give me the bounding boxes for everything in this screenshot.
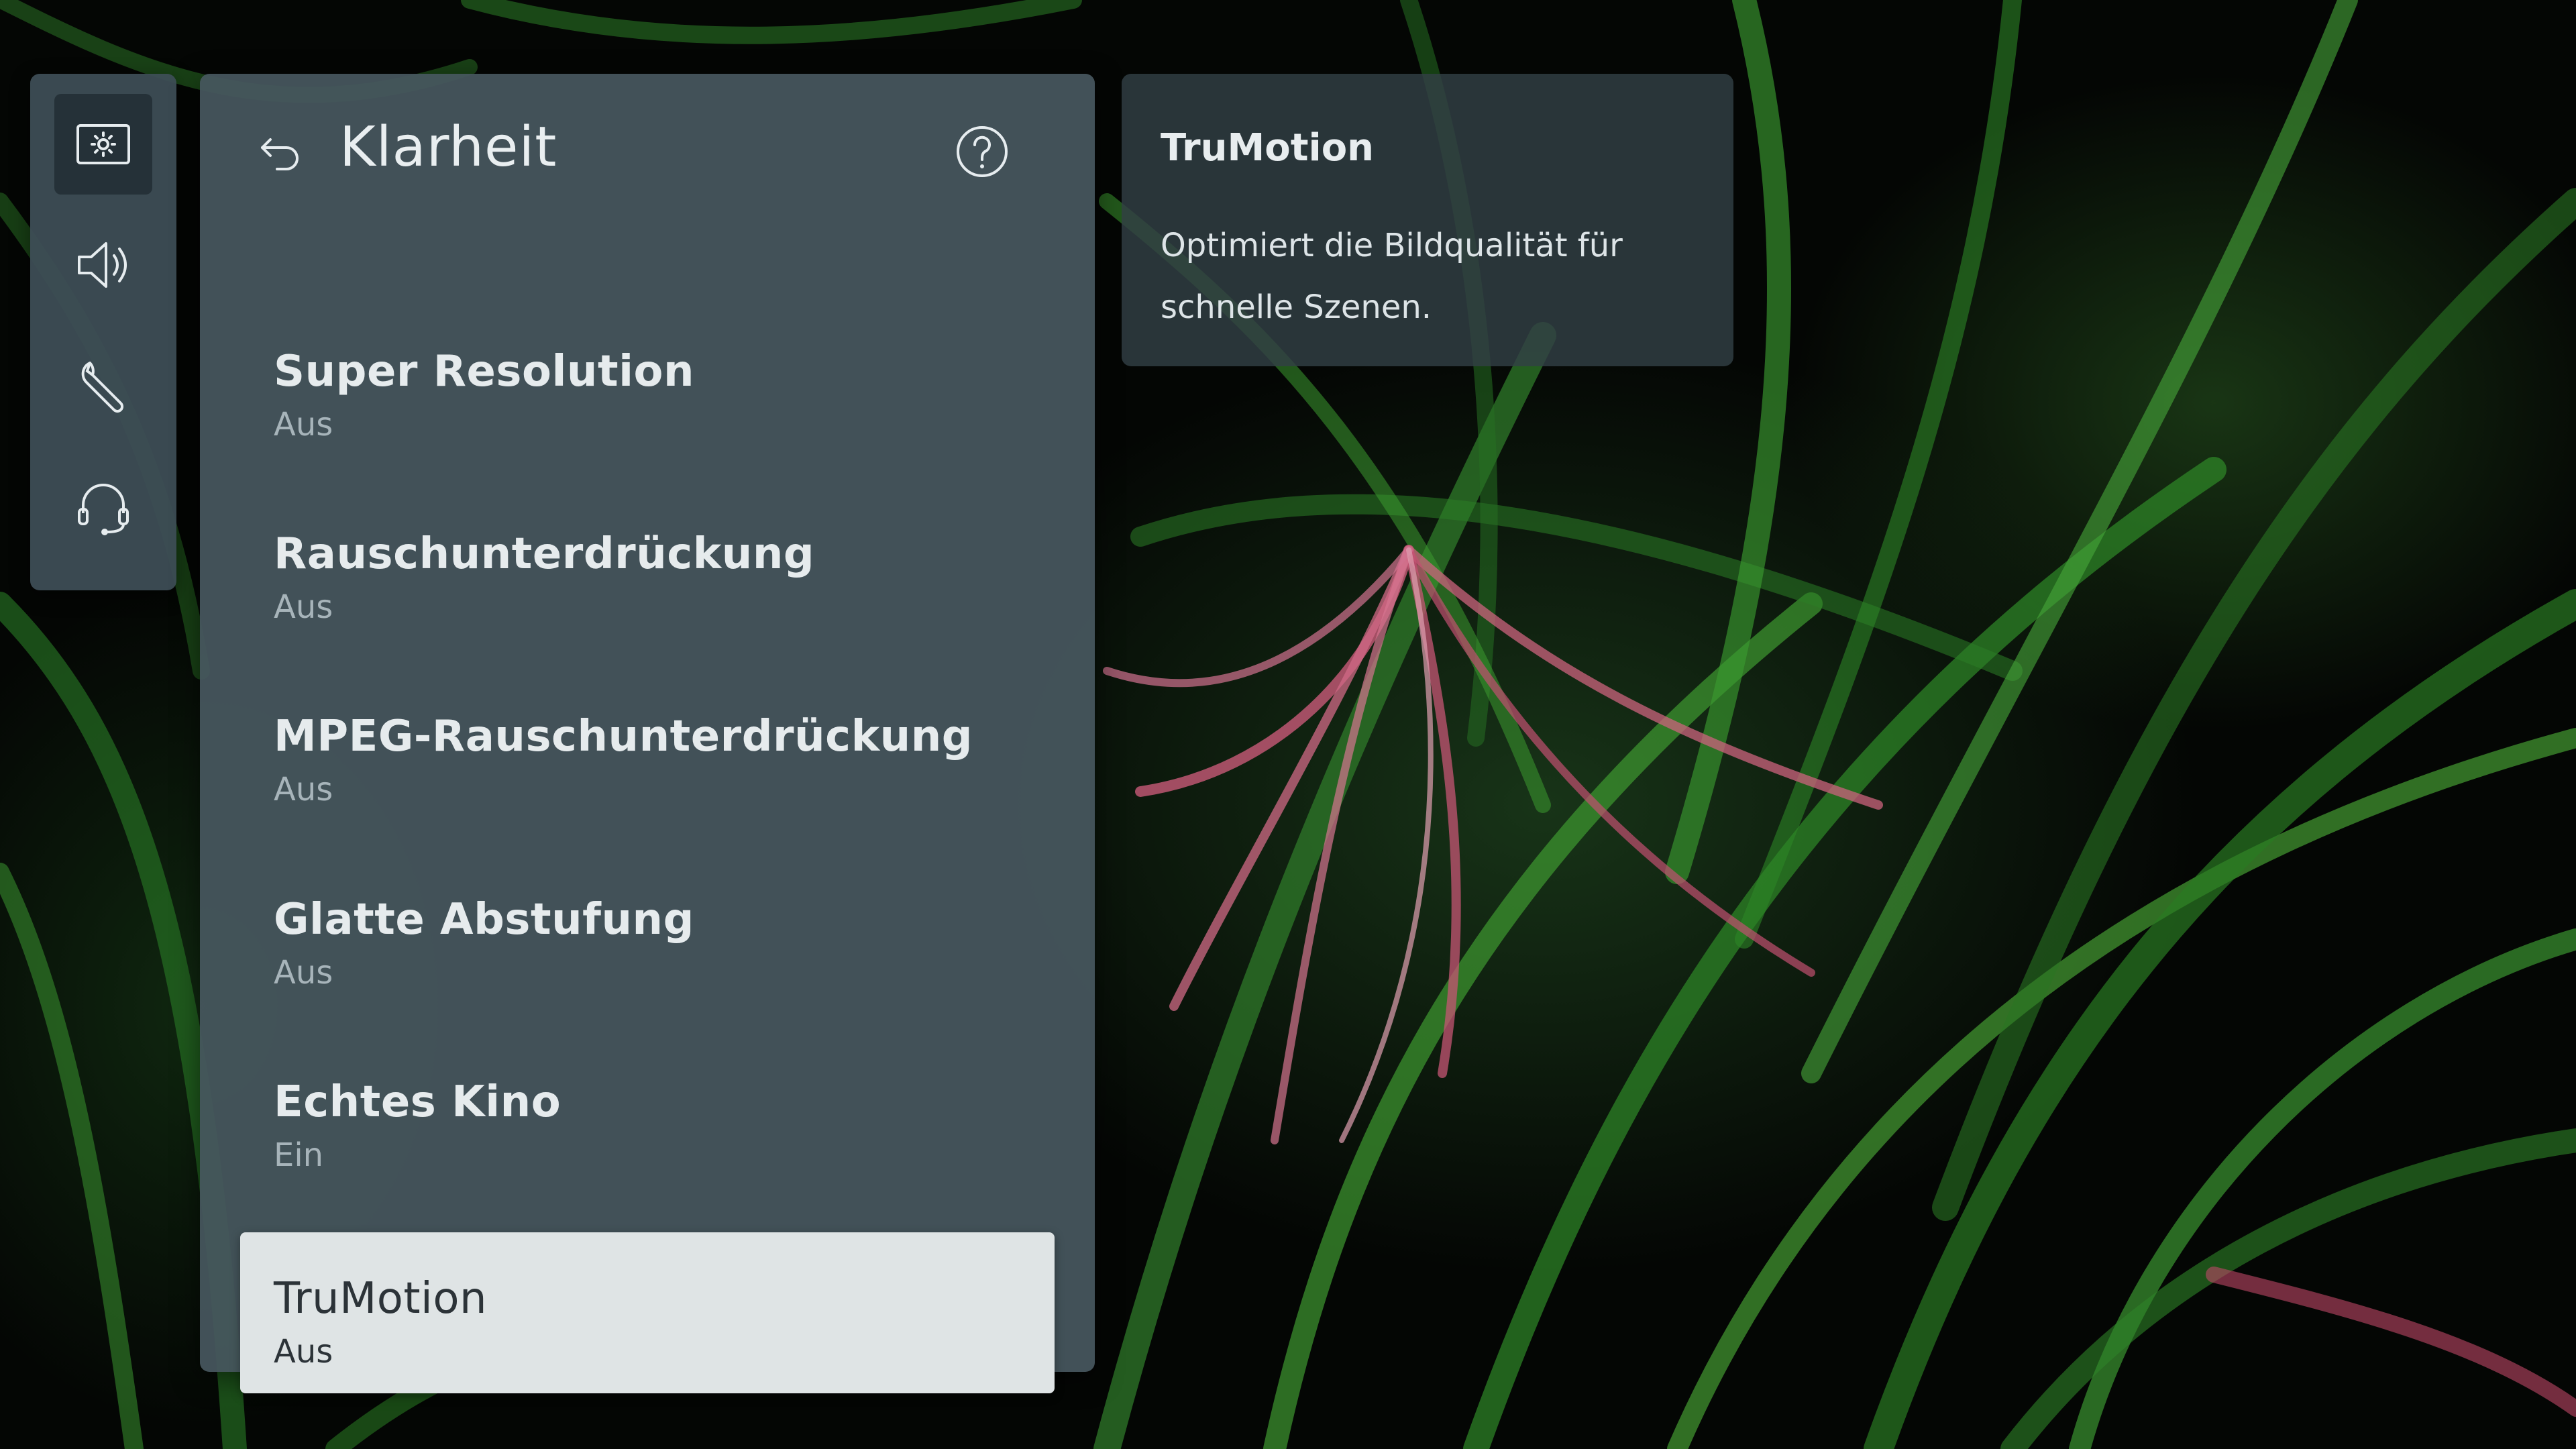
menu-item-label: TruMotion: [274, 1274, 488, 1324]
picture-settings-icon: [76, 124, 130, 164]
speaker-icon: [78, 242, 127, 288]
description-box: TruMotion Optimiert die Bildqualität für…: [1122, 74, 1733, 366]
menu-item-value: Aus: [274, 588, 333, 626]
panel-header: Klarheit: [200, 74, 1095, 228]
menu-item-label: MPEG-Rauschunterdrückung: [274, 712, 973, 761]
sidebar-item-support[interactable]: [54, 456, 152, 557]
menu-item-smooth-gradation[interactable]: Glatte Abstufung Aus: [240, 853, 1055, 1014]
menu-item-label: Super Resolution: [274, 347, 695, 396]
menu-item-value: Aus: [274, 1333, 333, 1371]
back-arrow-icon: [261, 138, 299, 170]
menu-item-label: Rauschunterdrückung: [274, 529, 815, 579]
menu-item-label: Glatte Abstufung: [274, 895, 694, 945]
settings-category-sidebar: [30, 74, 176, 590]
menu-item-label: Echtes Kino: [274, 1077, 561, 1127]
menu-item-noise-reduction[interactable]: Rauschunterdrückung Aus: [240, 488, 1055, 649]
wrench-icon: [81, 362, 124, 413]
sidebar-item-picture[interactable]: [54, 94, 152, 195]
menu-item-super-resolution[interactable]: Super Resolution Aus: [240, 305, 1055, 466]
headset-support-icon: [78, 484, 129, 535]
menu-item-value: Ein: [274, 1136, 324, 1174]
menu-item-value: Aus: [274, 406, 333, 443]
back-button[interactable]: [250, 121, 311, 181]
help-button[interactable]: [951, 121, 1013, 182]
sidebar-item-general[interactable]: [54, 335, 152, 436]
menu-item-value: Aus: [274, 771, 333, 808]
menu-item-value: Aus: [274, 954, 333, 991]
clarity-settings-panel: Klarheit Super Resolution Aus Rauschunte…: [200, 74, 1095, 1393]
page-title: Klarheit: [339, 115, 557, 179]
sidebar-item-sound[interactable]: [54, 215, 152, 315]
menu-item-mpeg-noise-reduction[interactable]: MPEG-Rauschunterdrückung Aus: [240, 670, 1055, 831]
help-icon: [957, 126, 1008, 177]
description-title: TruMotion: [1161, 126, 1375, 170]
menu-item-trumotion[interactable]: TruMotion Aus: [240, 1232, 1055, 1393]
description-text: Optimiert die Bildqualität für schnelle …: [1161, 227, 1623, 326]
menu-item-real-cinema[interactable]: Echtes Kino Ein: [240, 1036, 1055, 1197]
